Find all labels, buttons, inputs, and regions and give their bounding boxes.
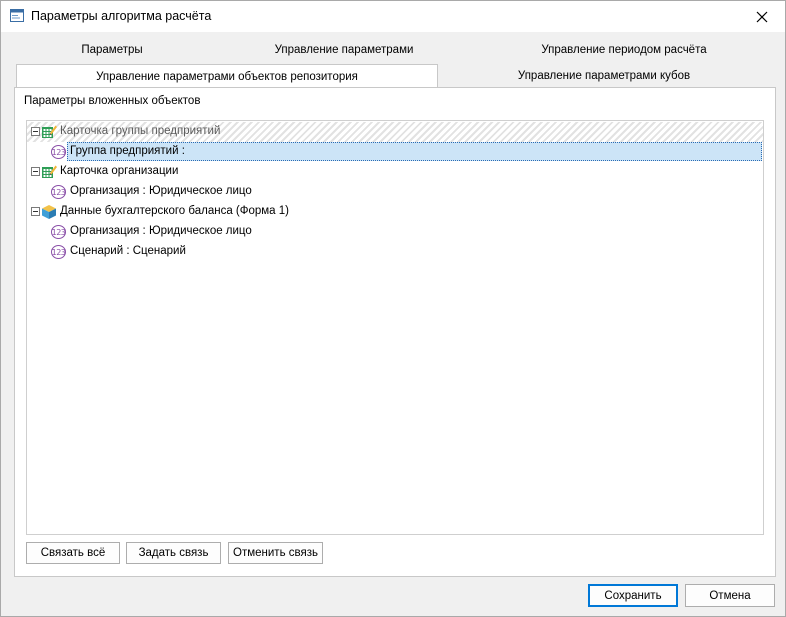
cube-icon bbox=[42, 205, 56, 219]
tree-node-label: Карточка организации bbox=[60, 165, 179, 177]
window-title: Параметры алгоритма расчёта bbox=[31, 9, 212, 23]
dictionary-icon bbox=[42, 165, 57, 178]
tab-cube-parameters[interactable]: Управление параметрами кубов bbox=[454, 65, 754, 87]
close-icon bbox=[756, 11, 768, 22]
tab-label: Управление параметрами bbox=[274, 44, 414, 56]
tree-node-label: Карточка группы предприятий bbox=[60, 125, 221, 137]
tree-row-organization-card[interactable]: Карточка организации bbox=[27, 162, 763, 182]
tree-node-label: Данные бухгалтерского баланса (Форма 1) bbox=[60, 205, 289, 217]
tree-row-param-scenario[interactable]: 123 Сценарий : Сценарий bbox=[27, 242, 763, 262]
tree-row-param-enterprise-group[interactable]: 123 Группа предприятий : bbox=[27, 142, 763, 162]
tree-row-param-organization[interactable]: 123 Организация : Юридическое лицо bbox=[27, 182, 763, 202]
tab-row-bottom: Управление параметрами объектов репозито… bbox=[14, 63, 776, 88]
tree-row-group-enterprises[interactable]: Карточка группы предприятий bbox=[27, 122, 763, 142]
tab-row-top: Параметры Управление параметрами Управле… bbox=[14, 37, 776, 63]
nested-objects-label: Параметры вложенных объектов bbox=[24, 95, 201, 107]
tab-label: Управление периодом расчёта bbox=[541, 44, 707, 56]
param-123-icon: 123 bbox=[51, 145, 66, 159]
save-button[interactable]: Сохранить bbox=[588, 584, 678, 607]
tab-label: Управление параметрами объектов репозито… bbox=[96, 70, 358, 83]
tree-node-label: Сценарий : Сценарий bbox=[70, 245, 186, 257]
title-bar: Параметры алгоритма расчёта bbox=[1, 1, 785, 32]
param-123-icon: 123 bbox=[51, 185, 66, 199]
tree-node-label: Группа предприятий : bbox=[70, 145, 185, 157]
tab-calculation-period[interactable]: Управление периодом расчёта bbox=[504, 39, 744, 61]
close-button[interactable] bbox=[739, 1, 785, 32]
cancel-link-button[interactable]: Отменить связь bbox=[228, 542, 323, 564]
dialog-window: Параметры алгоритма расчёта Параметры Уп… bbox=[0, 0, 786, 617]
set-link-button[interactable]: Задать связь bbox=[126, 542, 221, 564]
param-123-icon: 123 bbox=[51, 225, 66, 239]
tree-row-param-organization[interactable]: 123 Организация : Юридическое лицо bbox=[27, 222, 763, 242]
collapse-toggle[interactable] bbox=[31, 167, 40, 176]
collapse-toggle[interactable] bbox=[31, 207, 40, 216]
tree-node-label: Организация : Юридическое лицо bbox=[70, 225, 252, 237]
tab-panel: Параметры вложенных объектов Карточка гр… bbox=[14, 87, 776, 577]
cancel-button[interactable]: Отмена bbox=[685, 584, 775, 607]
dictionary-icon bbox=[42, 125, 57, 138]
tree-row-balance-data[interactable]: Данные бухгалтерского баланса (Форма 1) bbox=[27, 202, 763, 222]
param-123-icon: 123 bbox=[51, 245, 66, 259]
tab-parameter-management[interactable]: Управление параметрами bbox=[244, 39, 444, 61]
tab-label: Управление параметрами кубов bbox=[517, 70, 691, 82]
nested-objects-tree[interactable]: Карточка группы предприятий 123 Группа п… bbox=[26, 120, 764, 535]
tab-repository-objects[interactable]: Управление параметрами объектов репозито… bbox=[16, 64, 438, 88]
tree-node-label: Организация : Юридическое лицо bbox=[70, 185, 252, 197]
link-all-button[interactable]: Связать всё bbox=[26, 542, 120, 564]
window-app-icon bbox=[10, 9, 24, 22]
tab-parameters[interactable]: Параметры bbox=[14, 39, 210, 61]
tab-label: Параметры bbox=[81, 44, 143, 56]
collapse-toggle[interactable] bbox=[31, 127, 40, 136]
